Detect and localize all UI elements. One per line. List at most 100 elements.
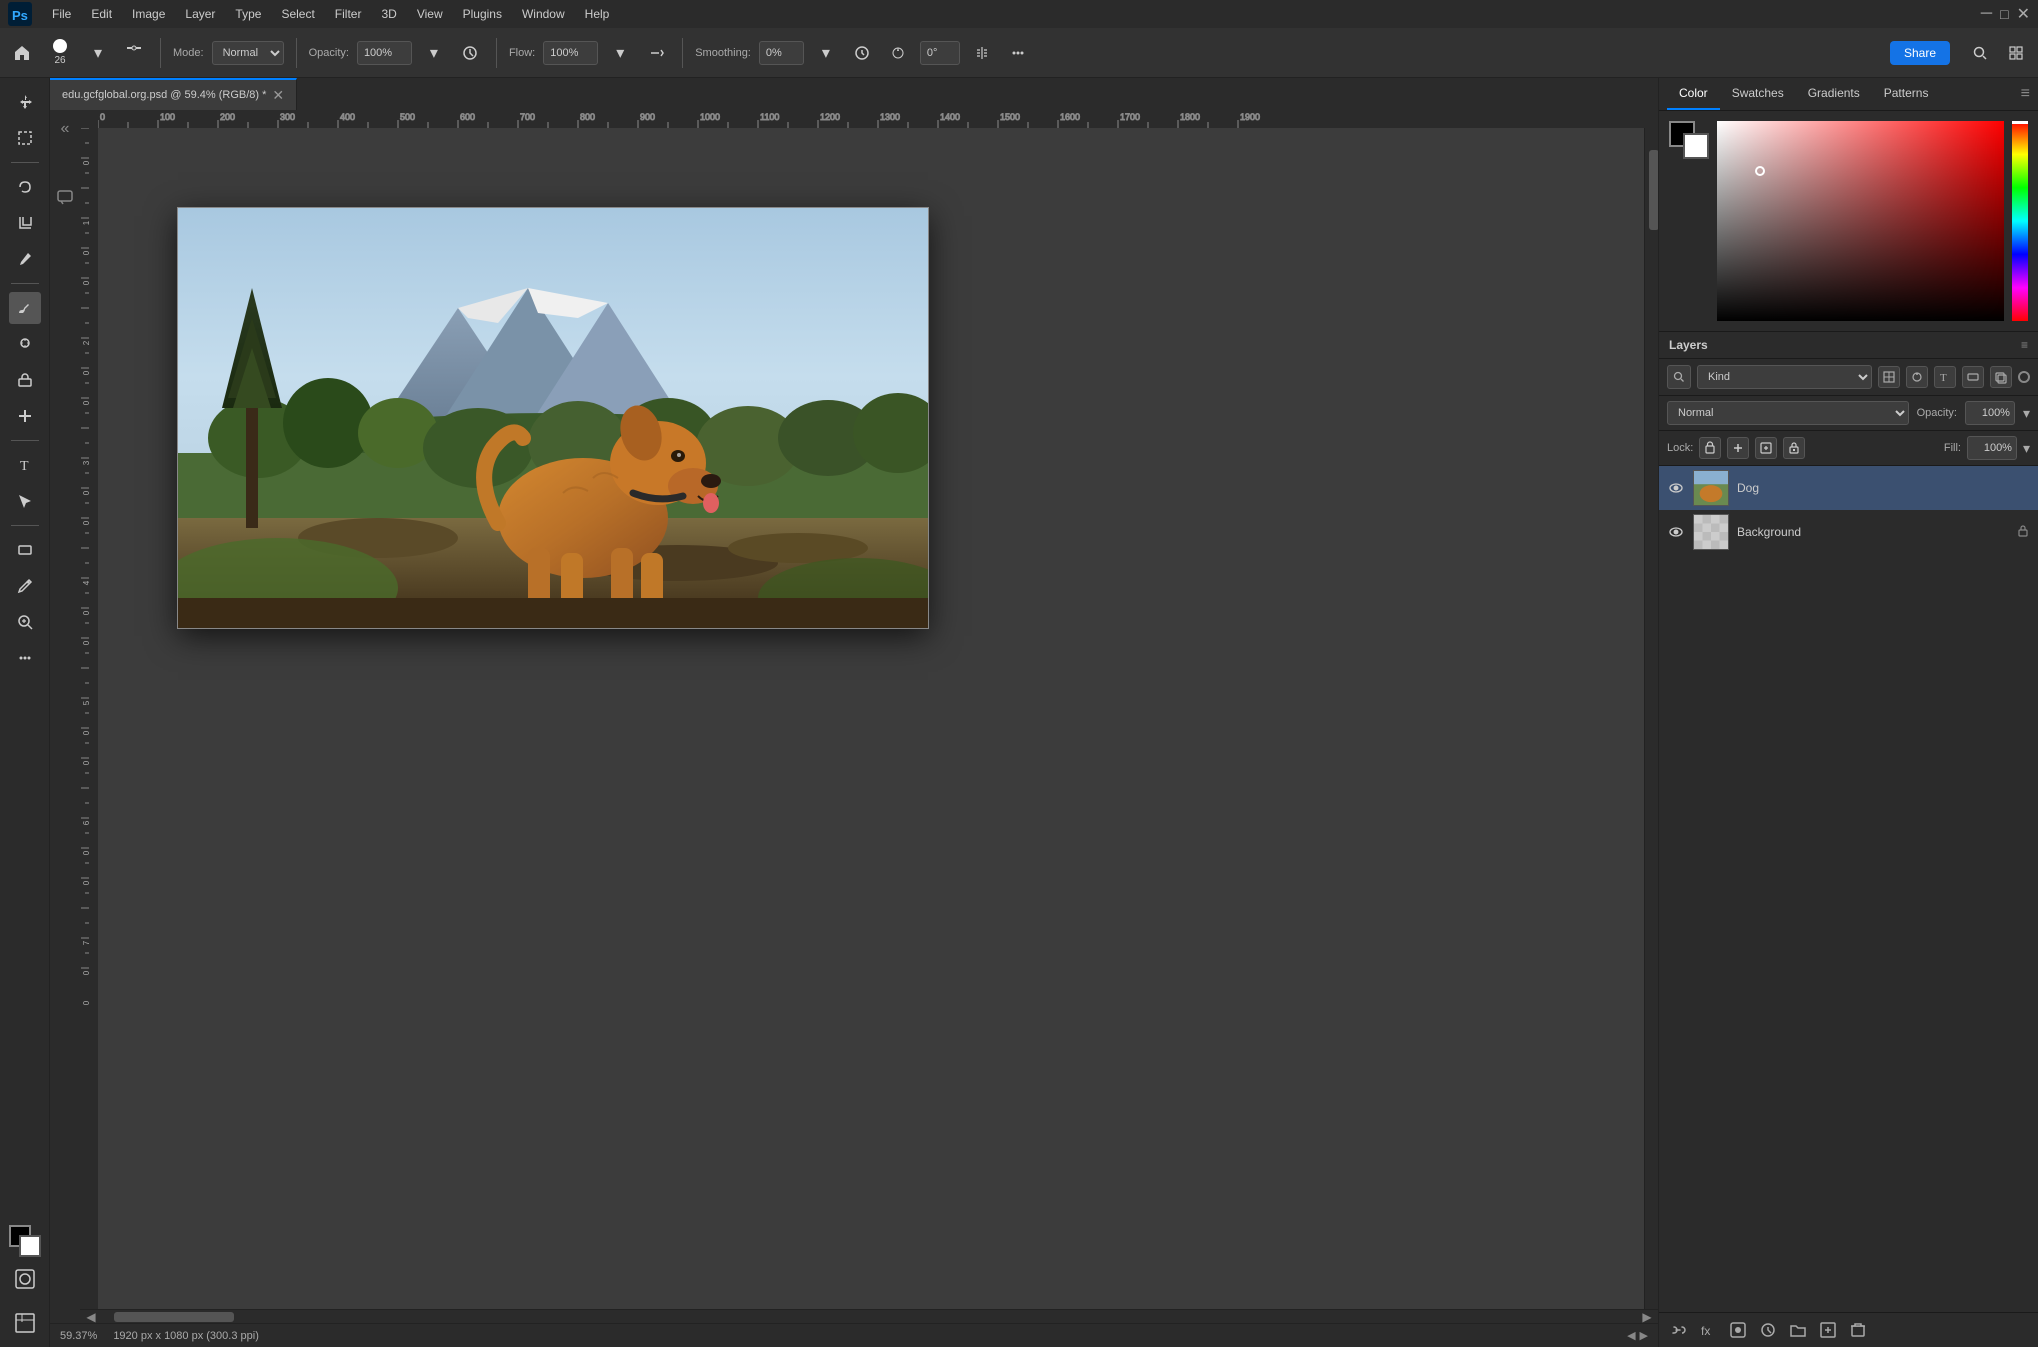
- filter-type-icon[interactable]: T: [1934, 366, 1956, 388]
- background-swatch[interactable]: [1683, 133, 1709, 159]
- opacity-scrubber[interactable]: ▾: [2023, 405, 2030, 422]
- mode-select[interactable]: Normal Multiply Screen Overlay: [212, 41, 284, 65]
- filter-search-icon[interactable]: [1667, 365, 1691, 389]
- type-tool[interactable]: T: [9, 449, 41, 481]
- opacity-input[interactable]: [357, 41, 412, 65]
- pressure-opacity-icon[interactable]: [456, 39, 484, 67]
- vertical-scrollbar-thumb[interactable]: [1649, 150, 1658, 230]
- quick-mask-tool[interactable]: [9, 1263, 41, 1295]
- comment-icon[interactable]: [54, 186, 76, 208]
- canvas-viewport[interactable]: [98, 128, 1644, 1309]
- angle-icon[interactable]: [884, 39, 912, 67]
- crop-tool[interactable]: [9, 207, 41, 239]
- layer-item-background[interactable]: Background: [1659, 510, 2038, 554]
- brush-options-icon[interactable]: [120, 39, 148, 67]
- more-tools[interactable]: [9, 642, 41, 674]
- home-icon[interactable]: [8, 39, 36, 67]
- healing-tool[interactable]: [9, 400, 41, 432]
- menu-3d[interactable]: 3D: [373, 4, 404, 24]
- layer-folder-icon[interactable]: [1787, 1319, 1809, 1341]
- zoom-tool[interactable]: [9, 606, 41, 638]
- eyedropper-tool[interactable]: [9, 243, 41, 275]
- menu-filter[interactable]: Filter: [327, 4, 370, 24]
- brush-settings-icon[interactable]: [848, 39, 876, 67]
- tab-patterns[interactable]: Patterns: [1872, 78, 1941, 110]
- layer-link-icon[interactable]: [1667, 1319, 1689, 1341]
- tab-swatches[interactable]: Swatches: [1720, 78, 1796, 110]
- vertical-scrollbar[interactable]: [1644, 128, 1658, 1309]
- share-button[interactable]: Share: [1890, 41, 1950, 65]
- menu-layer[interactable]: Layer: [177, 4, 223, 24]
- lasso-tool[interactable]: [9, 171, 41, 203]
- layer-fx-icon[interactable]: fx: [1697, 1319, 1719, 1341]
- layer-bg-visibility[interactable]: [1667, 523, 1685, 541]
- menu-select[interactable]: Select: [273, 4, 322, 24]
- status-prev[interactable]: ◀: [1627, 1329, 1635, 1342]
- layer-dog-visibility[interactable]: [1667, 479, 1685, 497]
- fill-value-input[interactable]: 100%: [1967, 436, 2017, 460]
- selection-tool[interactable]: [9, 122, 41, 154]
- horizontal-scrollbar-thumb[interactable]: [114, 1312, 234, 1322]
- frame-mode-tool[interactable]: [9, 1307, 41, 1339]
- scroll-prev-button[interactable]: ◀: [82, 1312, 100, 1322]
- direct-selection-tool[interactable]: [9, 485, 41, 517]
- layers-filter-select[interactable]: Kind Name Effect Mode Attribute Color Sm…: [1697, 365, 1872, 389]
- menu-plugins[interactable]: Plugins: [455, 4, 510, 24]
- filter-shape-icon[interactable]: [1962, 366, 1984, 388]
- brush-extra-icon[interactable]: [1004, 39, 1032, 67]
- panel-collapse-icon[interactable]: «: [54, 118, 76, 140]
- brush-size-indicator[interactable]: 26: [44, 37, 76, 69]
- tab-color[interactable]: Color: [1667, 78, 1720, 110]
- pen-tool[interactable]: [9, 570, 41, 602]
- filter-smart-object-icon[interactable]: [1990, 366, 2012, 388]
- filter-adjustment-icon[interactable]: [1906, 366, 1928, 388]
- close-button[interactable]: ✕: [2017, 4, 2030, 24]
- document-tab[interactable]: edu.gcfglobal.org.psd @ 59.4% (RGB/8) * …: [50, 78, 297, 110]
- tab-gradients[interactable]: Gradients: [1796, 78, 1872, 110]
- status-next[interactable]: ▶: [1640, 1329, 1648, 1342]
- blend-mode-select[interactable]: Normal Dissolve Darken Multiply Color Bu…: [1667, 401, 1909, 425]
- opacity-dropdown-icon[interactable]: ▾: [420, 39, 448, 67]
- lock-artboard-icon[interactable]: [1755, 437, 1777, 459]
- flow-dropdown-icon[interactable]: ▾: [606, 39, 634, 67]
- filter-pixel-icon[interactable]: [1878, 366, 1900, 388]
- menu-view[interactable]: View: [409, 4, 451, 24]
- layer-adjustment-icon[interactable]: [1757, 1319, 1779, 1341]
- layer-delete-icon[interactable]: [1847, 1319, 1869, 1341]
- layers-panel-menu-button[interactable]: ≡: [2021, 338, 2028, 352]
- layer-add-icon[interactable]: [1817, 1319, 1839, 1341]
- lock-all-icon[interactable]: [1783, 437, 1805, 459]
- horizontal-scrollbar[interactable]: ◀ ▶: [80, 1309, 1658, 1323]
- layer-item-dog[interactable]: Dog: [1659, 466, 2038, 510]
- color-gradient-picker[interactable]: [1717, 121, 2004, 321]
- menu-window[interactable]: Window: [514, 4, 573, 24]
- hue-slider[interactable]: [2012, 121, 2028, 321]
- color-panel-menu-button[interactable]: ≡: [2021, 85, 2030, 103]
- brush-tool[interactable]: [9, 292, 41, 324]
- menu-help[interactable]: Help: [577, 4, 618, 24]
- angle-input[interactable]: [920, 41, 960, 65]
- layout-icon[interactable]: [2002, 39, 2030, 67]
- maximize-button[interactable]: □: [2000, 6, 2008, 22]
- move-tool[interactable]: [9, 86, 41, 118]
- menu-edit[interactable]: Edit: [83, 4, 120, 24]
- symmetry-icon[interactable]: [968, 39, 996, 67]
- menu-image[interactable]: Image: [124, 4, 173, 24]
- menu-type[interactable]: Type: [227, 4, 269, 24]
- clone-stamp-tool[interactable]: [9, 328, 41, 360]
- lock-position-icon[interactable]: [1727, 437, 1749, 459]
- opacity-value-input[interactable]: 100%: [1965, 401, 2015, 425]
- minimize-button[interactable]: ─: [1981, 5, 1992, 23]
- background-color[interactable]: [19, 1235, 41, 1257]
- fill-scrubber[interactable]: ▾: [2023, 440, 2030, 457]
- document-canvas[interactable]: [178, 208, 928, 628]
- airbrush-icon[interactable]: [642, 39, 670, 67]
- layer-mask-icon[interactable]: [1727, 1319, 1749, 1341]
- tab-close-button[interactable]: ✕: [272, 87, 284, 104]
- flow-input[interactable]: [543, 41, 598, 65]
- search-icon[interactable]: [1966, 39, 1994, 67]
- smoothing-dropdown-icon[interactable]: ▾: [812, 39, 840, 67]
- smoothing-input[interactable]: [759, 41, 804, 65]
- scroll-next-button[interactable]: ▶: [1638, 1312, 1656, 1322]
- menu-file[interactable]: File: [44, 4, 79, 24]
